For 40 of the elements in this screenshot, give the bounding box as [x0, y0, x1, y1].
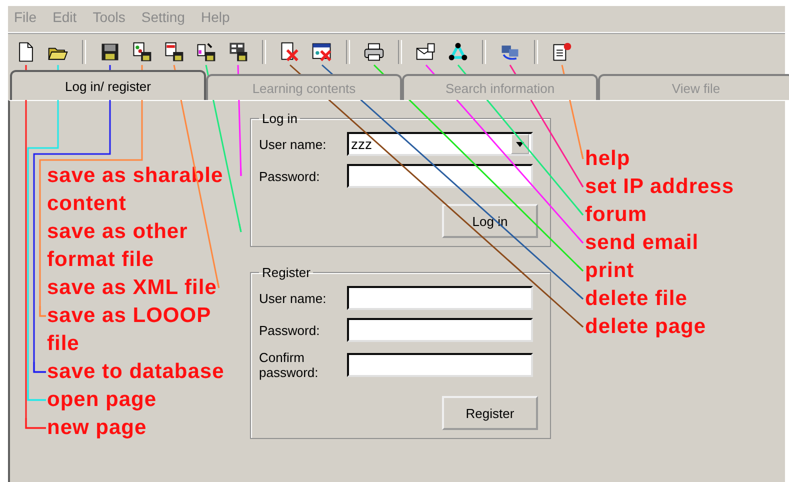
callout-label: save to database	[47, 359, 224, 385]
envelope-icon	[415, 41, 437, 63]
window-delete-icon	[311, 41, 333, 63]
callout-label: help	[585, 146, 630, 172]
menu-item[interactable]: Edit	[52, 9, 77, 29]
field-label: User name:	[259, 136, 328, 152]
register-button[interactable]: Register	[442, 396, 538, 430]
confirm-password-field[interactable]	[347, 353, 533, 377]
menu-item[interactable]: Help	[200, 9, 230, 29]
callout-label: save as XML file	[47, 275, 217, 301]
callout-label: set IP address	[585, 174, 734, 200]
user-name-field[interactable]	[347, 286, 533, 310]
document-floppy-icon	[163, 41, 185, 63]
group-title: Register	[261, 265, 312, 280]
document-floppy-icon	[195, 41, 217, 63]
callout-label: delete file	[585, 286, 688, 312]
callout-label: delete page	[585, 314, 706, 340]
field-label: Password:	[259, 168, 321, 184]
callout-label: open page	[47, 387, 157, 413]
user-name-dropdown[interactable]: zzz	[347, 132, 533, 156]
document-delete-icon	[279, 41, 301, 63]
callout-label: forum	[585, 202, 647, 228]
menu-item[interactable]: Tools	[92, 9, 126, 29]
field-label: User name:	[259, 290, 328, 306]
login-button[interactable]: Log in	[442, 204, 538, 238]
callout-label: print	[585, 258, 634, 284]
printer-icon	[363, 41, 385, 63]
group-title: Log in	[261, 111, 298, 126]
field-label: Confirm password:	[259, 350, 320, 380]
document-floppy-icon	[131, 41, 153, 63]
tab[interactable]: Log in/ register	[10, 70, 206, 100]
field-label: Password:	[259, 322, 321, 338]
caret-icon	[516, 142, 524, 146]
callout-label: send email	[585, 230, 699, 256]
password-field[interactable]	[347, 318, 533, 342]
menu-item[interactable]: Setting	[141, 9, 185, 29]
callout-label: new page	[47, 415, 147, 441]
password-field[interactable]	[347, 164, 533, 188]
grid-floppy-icon	[227, 41, 249, 63]
menu-item[interactable]: File	[14, 9, 37, 29]
